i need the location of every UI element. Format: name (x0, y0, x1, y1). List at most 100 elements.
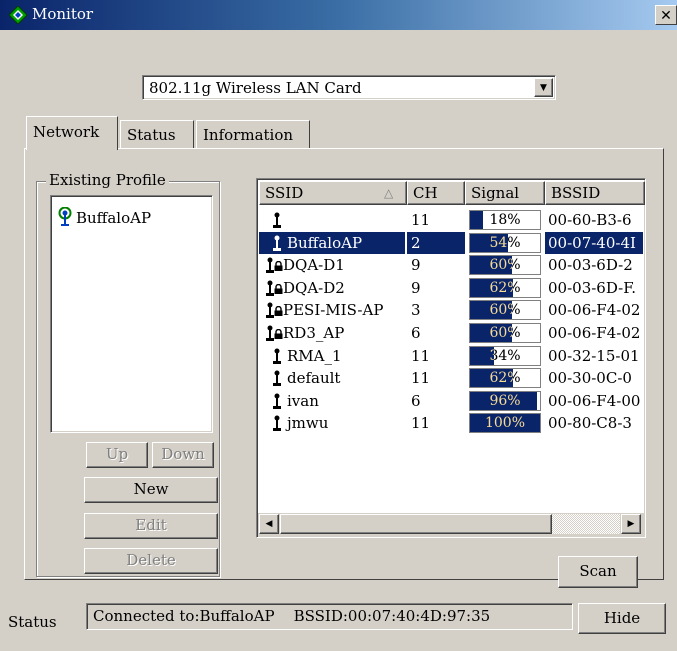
edit-button[interactable]: Edit (84, 513, 218, 539)
close-icon: ✕ (660, 8, 672, 24)
hide-button[interactable]: Hide (578, 603, 666, 634)
column-header-bssid-label: BSSID (551, 184, 601, 202)
signal-cell: 18% (467, 209, 543, 231)
scan-button[interactable]: Scan (558, 556, 638, 588)
chevron-down-icon: ▼ (540, 83, 547, 93)
tab-status[interactable]: Status (120, 120, 194, 150)
bssid-cell: 00-03-6D-2 (548, 256, 633, 274)
column-header-ssid[interactable]: SSID △ (259, 181, 407, 205)
ssid-cell: PESI-MIS-AP (259, 299, 405, 321)
signal-text: 100% (484, 415, 526, 431)
delete-button[interactable]: Delete (84, 548, 218, 574)
bssid-cell: 00-32-15-01 (548, 347, 640, 365)
antenna-icon (273, 370, 281, 386)
tab-network[interactable]: Network (26, 116, 118, 150)
table-row[interactable]: 11 18% 00-60-B3-6 (259, 209, 643, 231)
signal-cell: 62% (467, 277, 543, 299)
column-header-signal[interactable]: Signal (465, 181, 545, 205)
bssid-cell: 00-60-B3-6 (548, 211, 632, 229)
antenna-icon (273, 415, 281, 431)
status-label: Status (8, 613, 57, 631)
ssid-cell: DQA-D1 (259, 254, 405, 276)
table-row[interactable]: RD3_AP 6 60% 00-06-F4-02 (259, 322, 643, 344)
close-button[interactable]: ✕ (655, 5, 677, 25)
ssid-cell (259, 209, 405, 231)
ssid-text: DQA-D2 (283, 279, 345, 297)
horizontal-scrollbar[interactable]: ◀ ▶ (258, 513, 644, 536)
lock-icon (274, 329, 283, 339)
antenna-icon (273, 212, 281, 228)
app-icon (9, 6, 27, 24)
channel-cell: 11 (411, 211, 431, 229)
tab-network-label: Network (33, 123, 100, 141)
signal-cell: 60% (467, 322, 543, 344)
antenna-connected-icon (58, 207, 72, 226)
ssid-text: default (287, 369, 341, 387)
scrollbar-track[interactable] (552, 514, 620, 534)
channel-cell: 9 (411, 256, 421, 274)
ssid-text: RD3_AP (283, 324, 345, 342)
channel-cell: 6 (411, 392, 421, 410)
ssid-cell: default (259, 367, 405, 389)
title-bar: Monitor ✕ (0, 0, 677, 30)
scrollbar-thumb[interactable] (280, 514, 552, 534)
status-field: Connected to:BuffaloAP BSSID:00:07:40:4D… (86, 603, 573, 630)
signal-bar: 54% (469, 233, 541, 253)
ssid-cell: BuffaloAP (259, 232, 405, 254)
ssid-cell: RD3_AP (259, 322, 405, 344)
channel-cell: 11 (411, 414, 431, 432)
antenna-icon (273, 393, 281, 409)
signal-bar: 100% (469, 413, 541, 433)
signal-text: 34% (489, 348, 521, 364)
column-header-bssid[interactable]: BSSID (545, 181, 645, 205)
channel-cell: 2 (407, 232, 465, 254)
down-button[interactable]: Down (152, 442, 214, 468)
signal-text: 60% (489, 325, 521, 341)
up-button[interactable]: Up (86, 442, 148, 468)
table-row[interactable]: DQA-D2 9 62% 00-03-6D-F. (259, 277, 643, 299)
arrow-left-icon: ◀ (265, 519, 273, 529)
signal-bar: 96% (469, 391, 541, 411)
signal-bar: 34% (469, 346, 541, 366)
ssid-text: RMA_1 (287, 347, 342, 365)
signal-cell: 96% (467, 390, 543, 412)
column-header-ch[interactable]: CH (407, 181, 465, 205)
channel-cell: 9 (411, 279, 421, 297)
adapter-select[interactable]: 802.11g Wireless LAN Card ▼ (142, 75, 556, 100)
tab-information[interactable]: Information (196, 120, 310, 150)
tab-status-label: Status (127, 126, 176, 144)
table-row[interactable]: ivan 6 96% 00-06-F4-00 (259, 390, 643, 412)
signal-cell: 100% (467, 412, 543, 434)
table-row[interactable]: jmwu 11 100% 00-80-C8-3 (259, 412, 643, 434)
table-row[interactable]: BuffaloAP 2 54% 00-07-40-4I (259, 232, 643, 254)
profile-item[interactable]: BuffaloAP (76, 209, 151, 227)
status-text: Connected to:BuffaloAP BSSID:00:07:40:4D… (93, 607, 491, 625)
new-button[interactable]: New (84, 477, 218, 503)
table-row[interactable]: default 11 62% 00-30-0C-0 (259, 367, 643, 389)
scroll-right-button[interactable]: ▶ (621, 514, 641, 534)
lock-icon (274, 306, 283, 316)
bssid-cell: 00-06-F4-02 (548, 324, 641, 342)
channel-cell: 3 (411, 301, 421, 319)
signal-bar: 18% (469, 210, 541, 230)
channel-cell: 6 (411, 324, 421, 342)
signal-text: 96% (489, 393, 521, 409)
ssid-cell: DQA-D2 (259, 277, 405, 299)
signal-text: 54% (489, 235, 521, 251)
profile-list[interactable]: BuffaloAP (50, 195, 213, 433)
scroll-left-button[interactable]: ◀ (259, 514, 279, 534)
signal-bar: 60% (469, 255, 541, 275)
table-row[interactable]: DQA-D1 9 60% 00-03-6D-2 (259, 254, 643, 276)
table-row[interactable]: PESI-MIS-AP 3 60% 00-06-F4-02 (259, 299, 643, 321)
ssid-text: jmwu (287, 414, 329, 432)
ssid-text: BuffaloAP (287, 234, 363, 252)
network-list[interactable]: SSID △ CH Signal BSSID 11 18% 00-60-B3-6 Bu… (256, 178, 646, 538)
signal-text: 62% (489, 370, 521, 386)
signal-bar: 60% (469, 323, 541, 343)
signal-text: 18% (489, 212, 521, 228)
arrow-right-icon: ▶ (627, 519, 635, 529)
table-row[interactable]: RMA_1 11 34% 00-32-15-01 (259, 345, 643, 367)
antenna-icon (273, 235, 281, 251)
signal-text: 60% (489, 257, 521, 273)
dropdown-arrow-button[interactable]: ▼ (534, 78, 553, 97)
